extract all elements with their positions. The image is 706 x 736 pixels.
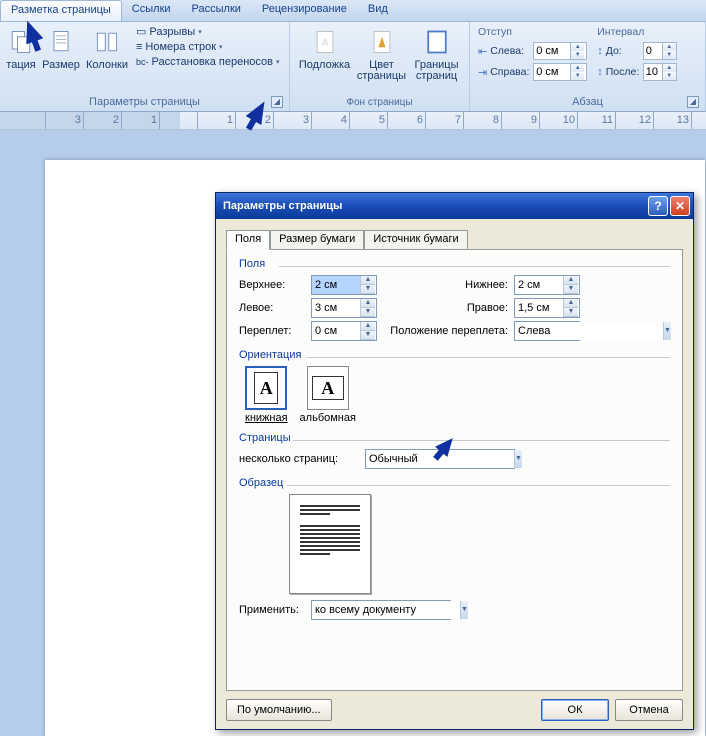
label-gutter-position: Положение переплета: <box>383 325 508 337</box>
dialog-title: Параметры страницы <box>219 200 646 212</box>
size-button[interactable]: Размер <box>38 24 84 73</box>
ribbon-tabstrip: Разметка страницы Ссылки Рассылки Реценз… <box>0 0 706 22</box>
indent-right-input[interactable]: ▲▼ <box>533 63 587 81</box>
label-top-margin: Верхнее: <box>239 279 305 291</box>
indent-left-icon: ⇤ <box>478 45 487 58</box>
hyphenation-button[interactable]: bc‑Расстановка переносов▾ <box>132 55 284 69</box>
legend-margins: Поля <box>239 258 670 270</box>
label-right-margin: Правое: <box>383 302 508 314</box>
line-numbers-button[interactable]: ≡Номера строк▾ <box>132 40 284 54</box>
label-left-margin: Левое: <box>239 302 305 314</box>
combo-gutter-position[interactable]: ▼ <box>514 321 580 341</box>
indent-header: Отступ <box>478 26 587 38</box>
spacing-after-input[interactable]: ▲▼ <box>643 63 677 81</box>
group-page-setup: тация Размер Колонки ▭Разрывы▾ ≡Номера с… <box>0 22 290 111</box>
dialog-tab-margins[interactable]: Поля <box>226 230 270 250</box>
spacing-after-icon: ↕ <box>597 66 603 78</box>
spacing-before-input[interactable]: ▲▼ <box>643 42 677 60</box>
breaks-button[interactable]: ▭Разрывы▾ <box>132 24 284 39</box>
close-button[interactable]: ✕ <box>670 196 690 216</box>
orientation-portrait[interactable]: A книжная <box>245 366 288 424</box>
preview-thumbnail <box>289 494 371 594</box>
label-apply-to: Применить: <box>239 604 305 616</box>
page-color-button[interactable]: Цвет страницы <box>354 24 410 84</box>
watermark-button[interactable]: A Подложка <box>296 24 354 73</box>
dialog-titlebar[interactable]: Параметры страницы ? ✕ <box>216 193 693 219</box>
cancel-button[interactable]: Отмена <box>615 699 683 721</box>
group-page-background: A Подложка Цвет страницы Границы страниц… <box>290 22 470 111</box>
indent-left-label: Слева: <box>490 45 530 57</box>
ribbon-body: тация Размер Колонки ▭Разрывы▾ ≡Номера с… <box>0 22 706 112</box>
columns-icon <box>91 26 123 58</box>
group-label-paragraph: Абзац◢ <box>474 95 701 109</box>
page-borders-icon <box>421 26 453 58</box>
breaks-icon: ▭ <box>136 25 146 38</box>
group-label-page-bg: Фон страницы <box>294 96 465 109</box>
chevron-down-icon: ▾ <box>219 43 223 51</box>
hyphenation-icon: bc‑ <box>136 57 149 67</box>
label-multi-pages: несколько страниц: <box>239 453 359 465</box>
columns-button[interactable]: Колонки <box>84 24 130 73</box>
group-paragraph: Отступ ⇤Слева:▲▼ ⇥Справа:▲▼ Интервал ↕До… <box>470 22 706 111</box>
tab-page-layout[interactable]: Разметка страницы <box>0 0 122 21</box>
orientation-landscape[interactable]: A альбомная <box>300 366 356 424</box>
tab-references[interactable]: Ссылки <box>122 0 182 21</box>
dialog-tab-paper[interactable]: Размер бумаги <box>270 230 364 250</box>
ok-button[interactable]: ОК <box>541 699 609 721</box>
label-bottom-margin: Нижнее: <box>383 279 508 291</box>
legend-orientation: Ориентация <box>239 349 670 361</box>
spacing-before-label: До: <box>606 45 640 57</box>
indent-left-input[interactable]: ▲▼ <box>533 42 587 60</box>
input-right-margin[interactable]: ▲▼ <box>514 298 580 318</box>
line-numbers-icon: ≡ <box>136 41 142 53</box>
spacing-header: Интервал <box>597 26 677 38</box>
horizontal-ruler[interactable]: 321 1234 5678 9101112 1314 <box>0 112 706 130</box>
watermark-icon: A <box>309 26 341 58</box>
page-color-icon <box>366 26 398 58</box>
page-setup-dialog: Параметры страницы ? ✕ Поля Размер бумаг… <box>215 192 694 730</box>
indent-right-icon: ⇥ <box>478 66 487 79</box>
chevron-down-icon: ▾ <box>198 28 202 36</box>
help-button[interactable]: ? <box>648 196 668 216</box>
indent-right-label: Справа: <box>490 66 530 78</box>
default-button[interactable]: По умолчанию... <box>226 699 332 721</box>
combo-apply-to[interactable]: ▼ <box>311 600 451 620</box>
size-icon <box>45 26 77 58</box>
input-gutter[interactable]: ▲▼ <box>311 321 377 341</box>
spacing-before-icon: ↕ <box>597 45 603 57</box>
group-label-page-setup: Параметры страницы◢ <box>4 95 285 109</box>
label-gutter: Переплет: <box>239 325 305 337</box>
tab-mailings[interactable]: Рассылки <box>182 0 252 21</box>
legend-preview: Образец <box>239 477 670 489</box>
dialog-panel: Поля Верхнее: ▲▼ Нижнее: ▲▼ Левое: ▲▼ Пр… <box>226 249 683 691</box>
page-borders-button[interactable]: Границы страниц <box>410 24 464 84</box>
tab-review[interactable]: Рецензирование <box>252 0 358 21</box>
input-top-margin[interactable]: ▲▼ <box>311 275 377 295</box>
paragraph-launcher[interactable]: ◢ <box>687 96 699 108</box>
dialog-tabs: Поля Размер бумаги Источник бумаги <box>226 229 683 249</box>
input-bottom-margin[interactable]: ▲▼ <box>514 275 580 295</box>
svg-text:A: A <box>321 38 328 49</box>
input-left-margin[interactable]: ▲▼ <box>311 298 377 318</box>
page-setup-launcher[interactable]: ◢ <box>271 96 283 108</box>
spacing-after-label: После: <box>606 66 640 78</box>
dialog-tab-source[interactable]: Источник бумаги <box>364 230 467 250</box>
tab-view[interactable]: Вид <box>358 0 399 21</box>
chevron-down-icon: ▾ <box>276 58 280 66</box>
